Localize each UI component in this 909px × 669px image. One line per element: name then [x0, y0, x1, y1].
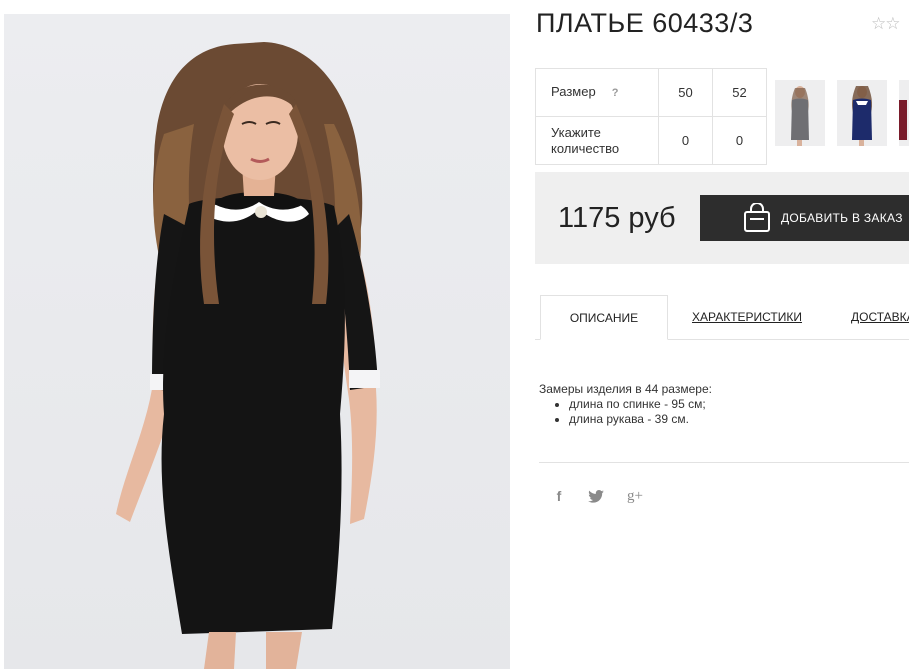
tab-description[interactable]: ОПИСАНИЕ [540, 295, 668, 340]
section-divider [539, 462, 909, 463]
facebook-icon[interactable]: f [552, 486, 566, 506]
tab-delivery[interactable]: ДОСТАВКА [851, 295, 909, 340]
tab-delivery-wrapper: ДОСТАВКА [820, 295, 909, 340]
quantity-input-50[interactable]: 0 [658, 116, 713, 165]
twitter-icon[interactable] [587, 486, 605, 506]
size-quantity-table: Размер? 50 52 Укажите количество 0 0 [535, 68, 767, 165]
google-plus-icon[interactable]: g+ [625, 486, 645, 506]
quantity-input-52[interactable]: 0 [712, 116, 767, 165]
product-main-photo[interactable] [4, 14, 510, 669]
size-row: Размер? 50 52 [535, 68, 767, 117]
add-to-order-label: ДОБАВИТЬ В ЗАКАЗ [781, 211, 903, 225]
thumbnail-third[interactable] [899, 80, 909, 146]
size-help-icon[interactable]: ? [612, 87, 619, 99]
facebook-glyph: f [556, 488, 562, 504]
quantity-row: Укажите количество 0 0 [535, 116, 767, 165]
dress-model-illustration [116, 42, 380, 669]
quantity-label: Укажите количество [535, 116, 659, 165]
rating-stars-icon[interactable]: ☆☆ [871, 14, 901, 34]
product-title: ПЛАТЬЕ 60433/3 [536, 8, 754, 38]
size-label: Размер [551, 84, 596, 99]
purchase-panel: 1175 руб ДОБАВИТЬ В ЗАКАЗ [535, 172, 909, 264]
tab-characteristics[interactable]: ХАРАКТЕРИСТИКИ [692, 295, 802, 340]
size-option-50: 50 [658, 68, 713, 117]
description-list: длина по спинке - 95 см; длина рукава - … [555, 397, 706, 427]
product-price: 1175 руб [558, 202, 676, 234]
google-plus-glyph: g+ [627, 487, 643, 504]
thumbnail-strip [775, 80, 909, 146]
twitter-bird-icon [588, 489, 604, 503]
add-to-order-button[interactable]: ДОБАВИТЬ В ЗАКАЗ [700, 195, 909, 241]
list-item: длина по спинке - 95 см; [569, 397, 706, 412]
description-intro: Замеры изделия в 44 размере: [539, 382, 712, 396]
list-item: длина рукава - 39 см. [569, 412, 706, 427]
size-label-cell: Размер? [535, 68, 659, 117]
thumbnail-blue-dress[interactable] [837, 80, 887, 146]
shopping-bag-icon [744, 203, 770, 232]
size-option-52: 52 [712, 68, 767, 117]
thumbnail-grey-dress[interactable] [775, 80, 825, 146]
